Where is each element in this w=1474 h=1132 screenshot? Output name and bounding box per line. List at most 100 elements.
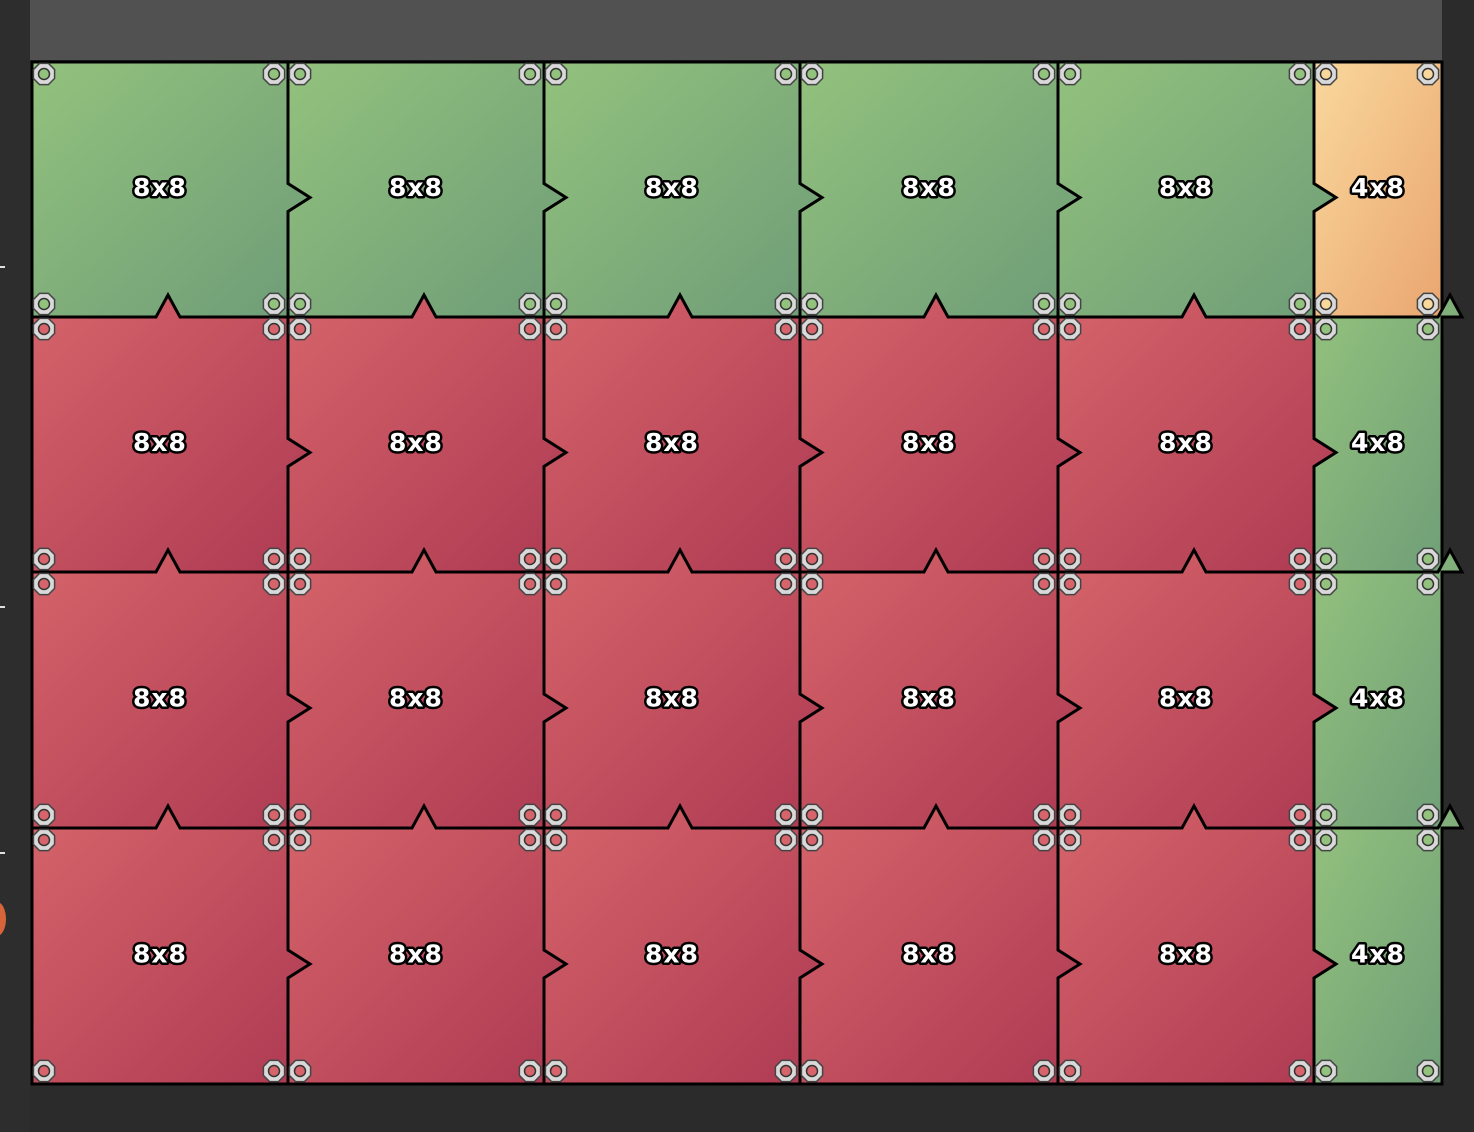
tile-size-label: 8x8	[902, 940, 956, 969]
bolt-icon	[774, 572, 798, 596]
bolt-icon	[262, 292, 286, 316]
bolt-icon	[1058, 1059, 1082, 1083]
bolt-icon	[518, 62, 542, 86]
bolt-icon	[1058, 828, 1082, 852]
tile-size-label: 8x8	[645, 173, 699, 202]
bolt-icon	[262, 803, 286, 827]
bolt-icon	[32, 292, 56, 316]
bolt-icon	[1032, 62, 1056, 86]
tile-size-label: 8x8	[1159, 684, 1213, 713]
bolt-icon	[1314, 547, 1338, 571]
bolt-icon	[774, 828, 798, 852]
bolt-icon	[544, 62, 568, 86]
bolt-icon	[1314, 572, 1338, 596]
bolt-icon	[544, 572, 568, 596]
bolt-icon	[518, 547, 542, 571]
bolt-icon	[1058, 317, 1082, 341]
tile-size-label: 8x8	[1159, 940, 1213, 969]
tile-size-label: 8x8	[133, 428, 187, 457]
bolt-icon	[1288, 547, 1312, 571]
bolt-icon	[518, 828, 542, 852]
tile-size-label: 8x8	[902, 173, 956, 202]
tile-size-label: 4x8	[1351, 684, 1405, 713]
bolt-icon	[1416, 292, 1440, 316]
bolt-icon	[1314, 828, 1338, 852]
bolt-icon	[1058, 572, 1082, 596]
bolt-icon	[774, 317, 798, 341]
bolt-icon	[518, 803, 542, 827]
bolt-icon	[1416, 828, 1440, 852]
bolt-icon	[544, 828, 568, 852]
bolt-icon	[262, 572, 286, 596]
bolt-icon	[32, 547, 56, 571]
bolt-icon	[1032, 572, 1056, 596]
tile-size-label: 8x8	[1159, 428, 1213, 457]
bolt-icon	[1416, 572, 1440, 596]
tile-size-label: 8x8	[902, 428, 956, 457]
bolt-icon	[1314, 62, 1338, 86]
bolt-icon	[544, 803, 568, 827]
bolt-icon	[1032, 803, 1056, 827]
bolt-icon	[800, 572, 824, 596]
bolt-icon	[518, 1059, 542, 1083]
bolt-icon	[544, 547, 568, 571]
tile-size-label: 8x8	[645, 428, 699, 457]
tile-size-label: 4x8	[1351, 428, 1405, 457]
bolt-icon	[800, 292, 824, 316]
bolt-icon	[1416, 1059, 1440, 1083]
bolt-icon	[32, 803, 56, 827]
bolt-icon	[288, 317, 312, 341]
bolt-icon	[262, 62, 286, 86]
bolt-icon	[1032, 317, 1056, 341]
bolt-icon	[262, 547, 286, 571]
bolt-icon	[1314, 317, 1338, 341]
bolt-icon	[288, 292, 312, 316]
bolt-icon	[800, 803, 824, 827]
tile-size-label: 8x8	[902, 684, 956, 713]
bolt-icon	[518, 572, 542, 596]
bolt-icon	[1032, 547, 1056, 571]
bolt-icon	[1314, 803, 1338, 827]
tile-board: 4x8 8x8 8x8 8x8 8x8 8x8 4x8 8x8 8x8 8x8 8x8 8x8 4x8 8…	[30, 60, 1465, 1086]
bolt-icon	[1058, 62, 1082, 86]
bolt-icon	[288, 1059, 312, 1083]
tile-size-label: 4x8	[1351, 940, 1405, 969]
bolt-icon	[1058, 803, 1082, 827]
bolt-icon	[1058, 547, 1082, 571]
bolt-icon	[32, 62, 56, 86]
bolt-icon	[800, 62, 824, 86]
bolt-icon	[1288, 62, 1312, 86]
tile-size-label: 8x8	[133, 684, 187, 713]
bolt-icon	[774, 292, 798, 316]
bolt-icon	[32, 317, 56, 341]
bolt-icon	[288, 803, 312, 827]
bolt-icon	[32, 828, 56, 852]
bolt-icon	[800, 828, 824, 852]
bolt-icon	[288, 547, 312, 571]
bolt-icon	[800, 1059, 824, 1083]
tile-size-label: 8x8	[389, 173, 443, 202]
bolt-icon	[1058, 292, 1082, 316]
bolt-icon	[1032, 1059, 1056, 1083]
bolt-icon	[544, 1059, 568, 1083]
bolt-icon	[1032, 292, 1056, 316]
bolt-icon	[518, 292, 542, 316]
tile-size-label: 8x8	[1159, 173, 1213, 202]
bolt-icon	[1288, 292, 1312, 316]
bolt-icon	[262, 1059, 286, 1083]
bolt-icon	[774, 803, 798, 827]
bolt-icon	[1416, 317, 1440, 341]
bolt-icon	[774, 62, 798, 86]
bolt-icon	[1288, 1059, 1312, 1083]
tile-size-label: 8x8	[389, 684, 443, 713]
bolt-icon	[1288, 803, 1312, 827]
bolt-icon	[1416, 803, 1440, 827]
bolt-icon	[1314, 292, 1338, 316]
tile-size-label: 8x8	[389, 940, 443, 969]
bolt-icon	[288, 828, 312, 852]
tile-size-label: 8x8	[389, 428, 443, 457]
bolt-icon	[1288, 572, 1312, 596]
bolt-icon	[288, 572, 312, 596]
bolt-icon	[32, 572, 56, 596]
tile-size-label: 8x8	[645, 940, 699, 969]
